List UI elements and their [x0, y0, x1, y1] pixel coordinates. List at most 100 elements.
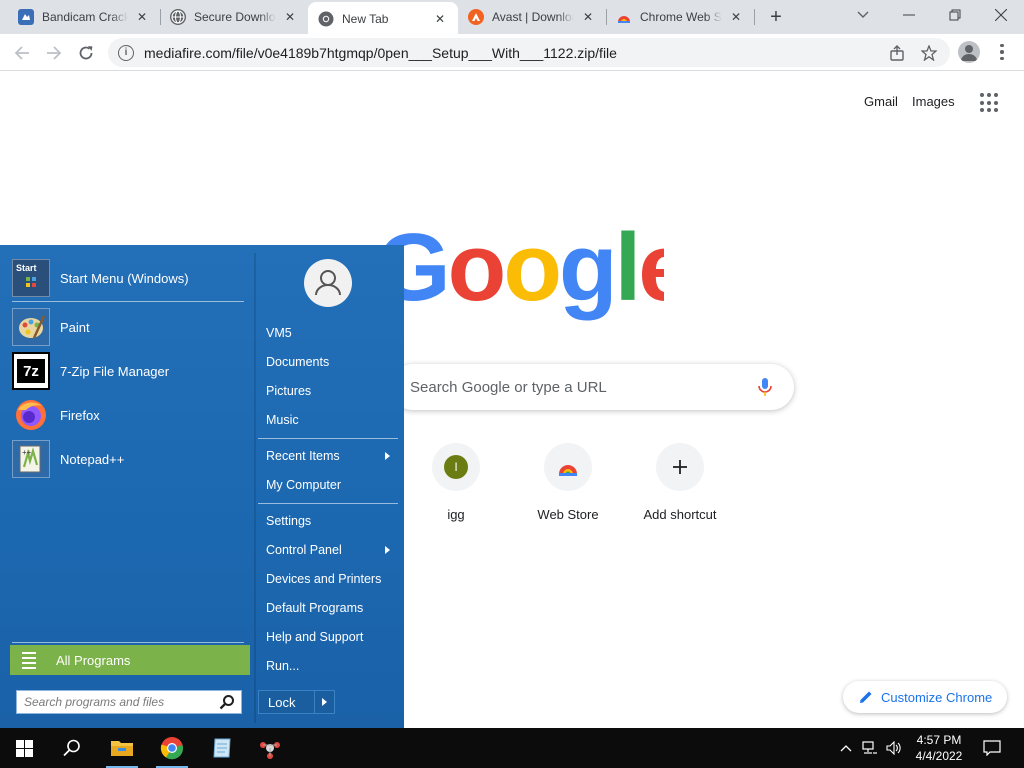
- program-label: Notepad++: [60, 451, 125, 467]
- site-info-icon[interactable]: i: [118, 44, 134, 61]
- menu-item-vm5[interactable]: VM5: [258, 320, 398, 346]
- app-taskbar-icon[interactable]: [246, 728, 294, 768]
- user-avatar-icon[interactable]: [304, 259, 352, 307]
- divider: [258, 503, 398, 504]
- address-bar[interactable]: i mediafire.com/file/v0e4189b7htgmqp/0pe…: [108, 38, 950, 67]
- more-menu-icon[interactable]: [994, 41, 1010, 63]
- menu-item-documents[interactable]: Documents: [258, 349, 398, 375]
- lock-options-arrow-icon[interactable]: [314, 691, 334, 713]
- taskbar-clock[interactable]: 4:57 PM 4/4/2022: [912, 732, 966, 764]
- taskbar-search-icon[interactable]: [48, 728, 96, 768]
- shortcut-igg[interactable]: I igg: [400, 443, 512, 533]
- menu-item-run[interactable]: Run...: [258, 653, 398, 679]
- shortcut-label: Add shortcut: [643, 507, 717, 522]
- tab-chrome-web-store[interactable]: Chrome Web Store ✕: [606, 0, 754, 34]
- close-window-button[interactable]: [978, 0, 1024, 30]
- show-hidden-icons-chevron-icon[interactable]: [838, 740, 854, 756]
- all-programs-label: All Programs: [56, 652, 131, 668]
- notepadpp-icon: ++: [12, 440, 50, 478]
- avast-icon: [468, 9, 484, 25]
- menu-item-pictures[interactable]: Pictures: [258, 378, 398, 404]
- menu-item-help-and-support[interactable]: Help and Support: [258, 624, 398, 650]
- svg-text:Google: Google: [376, 224, 664, 321]
- windows-start-button[interactable]: [0, 728, 48, 768]
- url-text: mediafire.com/file/v0e4189b7htgmqp/0pen_…: [144, 44, 617, 61]
- start-menu: Start Start Menu (Windows) Paint 7z 7-Zi…: [0, 245, 404, 728]
- tab-title: Chrome Web Store: [640, 10, 722, 24]
- program-label: Firefox: [60, 407, 100, 423]
- chrome-taskbar-icon[interactable]: [148, 728, 196, 768]
- search-placeholder: Search Google or type a URL: [410, 379, 607, 396]
- program-notepadpp[interactable]: ++ Notepad++: [12, 438, 250, 480]
- lock-label: Lock: [268, 694, 296, 710]
- share-icon[interactable]: [888, 44, 906, 62]
- lock-button[interactable]: Lock: [258, 690, 335, 714]
- bookmark-star-icon[interactable]: [920, 44, 938, 62]
- divider: [12, 301, 244, 302]
- start-search-input[interactable]: Search programs and files: [16, 690, 242, 714]
- menu-item-settings[interactable]: Settings: [258, 508, 398, 534]
- menu-item-music[interactable]: Music: [258, 407, 398, 433]
- close-icon[interactable]: ✕: [432, 11, 448, 27]
- globe-icon: [170, 9, 186, 25]
- google-apps-icon[interactable]: [980, 93, 1000, 113]
- notepad-taskbar-icon[interactable]: [198, 728, 246, 768]
- profile-avatar-icon[interactable]: [958, 41, 980, 63]
- program-start-menu[interactable]: Start Start Menu (Windows): [12, 257, 250, 299]
- tab-title: Secure Download: [194, 10, 276, 24]
- paint-icon: [12, 308, 50, 346]
- menu-item-my-computer[interactable]: My Computer: [258, 472, 398, 498]
- clock-time: 4:57 PM: [916, 733, 962, 747]
- new-tab-button[interactable]: +: [764, 5, 788, 29]
- letter-avatar: I: [444, 455, 468, 479]
- minimize-button[interactable]: [886, 0, 932, 30]
- shortcut-web-store[interactable]: Web Store: [512, 443, 624, 533]
- file-explorer-icon[interactable]: [98, 728, 146, 768]
- search-icon[interactable]: [219, 694, 235, 710]
- start-search-placeholder: Search programs and files: [24, 695, 165, 709]
- program-firefox[interactable]: Firefox: [12, 394, 250, 436]
- column-divider: [254, 253, 256, 723]
- program-label: Start Menu (Windows): [60, 270, 189, 286]
- tab-avast[interactable]: Avast | Download ✕: [458, 0, 606, 34]
- tab-secure-download[interactable]: Secure Download ✕: [160, 0, 308, 34]
- start-menu-app-icon: Start: [12, 259, 50, 297]
- divider: [258, 438, 398, 439]
- notifications-icon[interactable]: [983, 739, 1001, 757]
- menu-item-control-panel[interactable]: Control Panel: [258, 537, 398, 563]
- web-store-icon: [616, 9, 632, 25]
- network-icon[interactable]: [862, 740, 878, 756]
- microphone-icon[interactable]: [754, 376, 776, 398]
- program-label: 7-Zip File Manager: [60, 363, 170, 379]
- close-icon[interactable]: ✕: [728, 9, 744, 25]
- close-icon[interactable]: ✕: [580, 9, 596, 25]
- list-icon: [22, 651, 36, 669]
- tab-search-icon[interactable]: [840, 0, 886, 30]
- volume-icon[interactable]: [886, 740, 902, 756]
- close-icon[interactable]: ✕: [282, 9, 298, 25]
- customize-label: Customize Chrome: [881, 689, 993, 705]
- google-search-box[interactable]: Search Google or type a URL: [390, 364, 794, 410]
- tab-strip: Bandicam Crack ✕ Secure Download ✕ New T…: [0, 0, 1024, 36]
- tab-title: New Tab: [342, 12, 389, 26]
- all-programs-button[interactable]: All Programs: [10, 645, 250, 675]
- tab-bandicam[interactable]: Bandicam Crack ✕: [8, 0, 160, 34]
- tab-new-tab[interactable]: New Tab ✕: [308, 2, 458, 36]
- close-icon[interactable]: ✕: [134, 9, 150, 25]
- restore-button[interactable]: [932, 0, 978, 30]
- program-7zip[interactable]: 7z 7-Zip File Manager: [12, 350, 250, 392]
- back-button[interactable]: [8, 39, 36, 67]
- forward-button[interactable]: [40, 39, 68, 67]
- customize-chrome-button[interactable]: Customize Chrome: [843, 681, 1007, 713]
- menu-item-recent-items[interactable]: Recent Items: [258, 443, 398, 469]
- menu-item-devices-and-printers[interactable]: Devices and Printers: [258, 566, 398, 592]
- submenu-arrow-icon: [385, 546, 390, 554]
- gmail-link[interactable]: Gmail: [864, 94, 898, 109]
- program-paint[interactable]: Paint: [12, 306, 250, 348]
- shortcut-add[interactable]: Add shortcut: [624, 443, 736, 533]
- shortcut-label: igg: [447, 507, 465, 522]
- chrome-icon: [318, 11, 334, 27]
- menu-item-default-programs[interactable]: Default Programs: [258, 595, 398, 621]
- reload-button[interactable]: [72, 39, 100, 67]
- images-link[interactable]: Images: [912, 94, 955, 109]
